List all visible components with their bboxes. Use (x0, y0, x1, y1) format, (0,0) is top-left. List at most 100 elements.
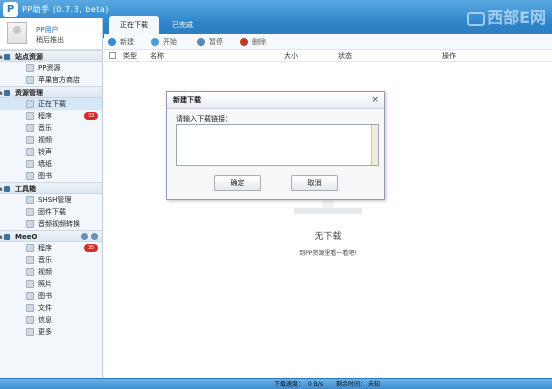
tab-downloading[interactable]: 正在下载 (109, 16, 159, 34)
sidebar-item-music[interactable]: 音乐 (0, 122, 102, 134)
sidebar-item-device-photos[interactable]: 照片 (0, 278, 102, 290)
sidebar-item-label: 信息 (38, 316, 52, 324)
start-button[interactable]: 开始 (151, 37, 177, 47)
book-icon (26, 292, 34, 300)
sidebar-item-label: 图书 (38, 172, 52, 180)
sidebar-item-device-apps[interactable]: 程序 35 (0, 242, 102, 254)
empty-subtitle[interactable]: 到PP资源里看一看吧! (104, 248, 552, 257)
count-badge: 35 (84, 244, 98, 252)
pause-button-label: 暂停 (209, 38, 223, 46)
sidebar-item-ringtones[interactable]: 铃声 (0, 146, 102, 158)
section-toolbox[interactable]: ▲ 工具箱 (0, 182, 102, 194)
section-site-resources[interactable]: ▲ 站点资源 (0, 50, 102, 62)
sidebar-item-label: SHSH管理 (38, 196, 72, 204)
sidebar-item-apple-store[interactable]: 苹果官方商店 (0, 74, 102, 86)
pause-button[interactable]: 暂停 (197, 37, 223, 47)
video-icon (26, 268, 34, 276)
sidebar-item-downloading[interactable]: 正在下载 (0, 98, 102, 110)
sidebar-item-label: 视频 (38, 136, 52, 144)
new-button[interactable]: 新建 (108, 37, 134, 47)
remaining-value: 未知 (368, 381, 381, 388)
select-all-checkbox[interactable] (109, 52, 116, 59)
sidebar-item-label: 苹果官方商店 (38, 76, 80, 84)
dialog-header: 新建下载 × (167, 92, 384, 109)
app-logo-icon: P (3, 2, 18, 17)
sidebar-item-video[interactable]: 视频 (0, 134, 102, 146)
device-icon (4, 234, 10, 240)
sidebar-item-device-files[interactable]: 文件 (0, 302, 102, 314)
delete-button-label: 删除 (252, 38, 266, 46)
message-icon (26, 316, 34, 324)
confirm-button[interactable]: 确定 (214, 175, 261, 191)
section-device[interactable]: ▲ MeeO (0, 230, 102, 242)
section-label: MeeO (15, 233, 38, 241)
url-input-scrollbar[interactable] (371, 125, 378, 165)
user-name[interactable]: PP用户 (36, 25, 58, 35)
sidebar-item-label: 照片 (38, 280, 52, 288)
column-action[interactable]: 操作 (442, 50, 456, 62)
sidebar-item-label: 铃声 (38, 148, 52, 156)
column-name[interactable]: 名称 (150, 50, 164, 62)
avatar[interactable] (7, 22, 27, 44)
empty-title: 无下载 (314, 232, 342, 242)
sidebar-item-device-music[interactable]: 音乐 (0, 254, 102, 266)
folder-icon (4, 90, 10, 96)
sidebar-item-apps[interactable]: 程序 33 (0, 110, 102, 122)
sidebar-item-device-more[interactable]: 更多 (0, 326, 102, 338)
sidebar-item-device-video[interactable]: 视频 (0, 266, 102, 278)
main-tabs: 正在下载 已完成 (109, 16, 206, 34)
speed-label: 下载速度： (274, 381, 305, 388)
column-size[interactable]: 大小 (284, 50, 298, 62)
sidebar-item-converter[interactable]: 音频视频转换 (0, 218, 102, 230)
sidebar: PP用户 稍后推出 ▲ 站点资源 PP资源 苹果官方商店 ▲ 资源管理 正在下载… (0, 18, 103, 378)
sidebar-item-books[interactable]: 图书 (0, 170, 102, 182)
sidebar-item-label: 固件下载 (38, 208, 66, 216)
empty-tray-icon (322, 200, 334, 208)
sidebar-item-device-messages[interactable]: 信息 (0, 314, 102, 326)
delete-icon (240, 38, 248, 46)
tab-completed[interactable]: 已完成 (161, 16, 204, 34)
sidebar-item-device-books[interactable]: 图书 (0, 290, 102, 302)
toolbar: 新建 开始 暂停 删除 (104, 34, 552, 50)
section-resource-manager[interactable]: ▲ 资源管理 (0, 86, 102, 98)
section-label: 资源管理 (15, 89, 43, 97)
watermark-icon (467, 11, 486, 26)
section-label: 站点资源 (15, 53, 43, 61)
column-status[interactable]: 状态 (338, 50, 352, 62)
sidebar-item-label: 音乐 (38, 124, 52, 132)
watermark-text: 西部E网 (487, 8, 546, 27)
logout-link[interactable]: 稍后推出 (36, 35, 64, 45)
music-icon (26, 124, 34, 132)
app-title: PP助手 (0.7.3, beta) (22, 5, 109, 14)
sidebar-item-label: 视频 (38, 268, 52, 276)
firmware-icon (26, 208, 34, 216)
watermark: 西部E网 (467, 4, 546, 28)
new-button-label: 新建 (120, 38, 134, 46)
user-panel: PP用户 稍后推出 (0, 18, 102, 50)
sidebar-item-wallpapers[interactable]: 墙纸 (0, 158, 102, 170)
book-icon (26, 172, 34, 180)
add-icon (108, 38, 116, 46)
download-icon (26, 100, 34, 108)
table-header: 类型 名称 大小 状态 操作 (104, 50, 552, 62)
device-settings-icon[interactable] (91, 233, 98, 240)
close-icon[interactable]: × (371, 92, 379, 109)
sidebar-item-label: 墙纸 (38, 160, 52, 168)
cancel-button[interactable]: 取消 (291, 175, 338, 191)
music-icon (26, 256, 34, 264)
dialog-title: 新建下载 (173, 96, 201, 104)
pp-icon (26, 64, 34, 72)
sidebar-item-label: 程序 (38, 112, 52, 120)
sidebar-item-shsh[interactable]: SHSH管理 (0, 194, 102, 206)
sidebar-item-firmware[interactable]: 固件下载 (0, 206, 102, 218)
section-label: 工具箱 (15, 185, 36, 193)
url-input[interactable] (176, 124, 379, 166)
sidebar-item-pp-resources[interactable]: PP资源 (0, 62, 102, 74)
delete-button[interactable]: 删除 (240, 37, 266, 47)
remaining-label: 剩余时间： (336, 381, 367, 388)
device-action-icon[interactable] (81, 233, 88, 240)
convert-icon (26, 220, 34, 228)
url-field-label: 请输入下载链接： (176, 115, 232, 123)
bell-icon (26, 148, 34, 156)
column-type[interactable]: 类型 (123, 50, 137, 62)
